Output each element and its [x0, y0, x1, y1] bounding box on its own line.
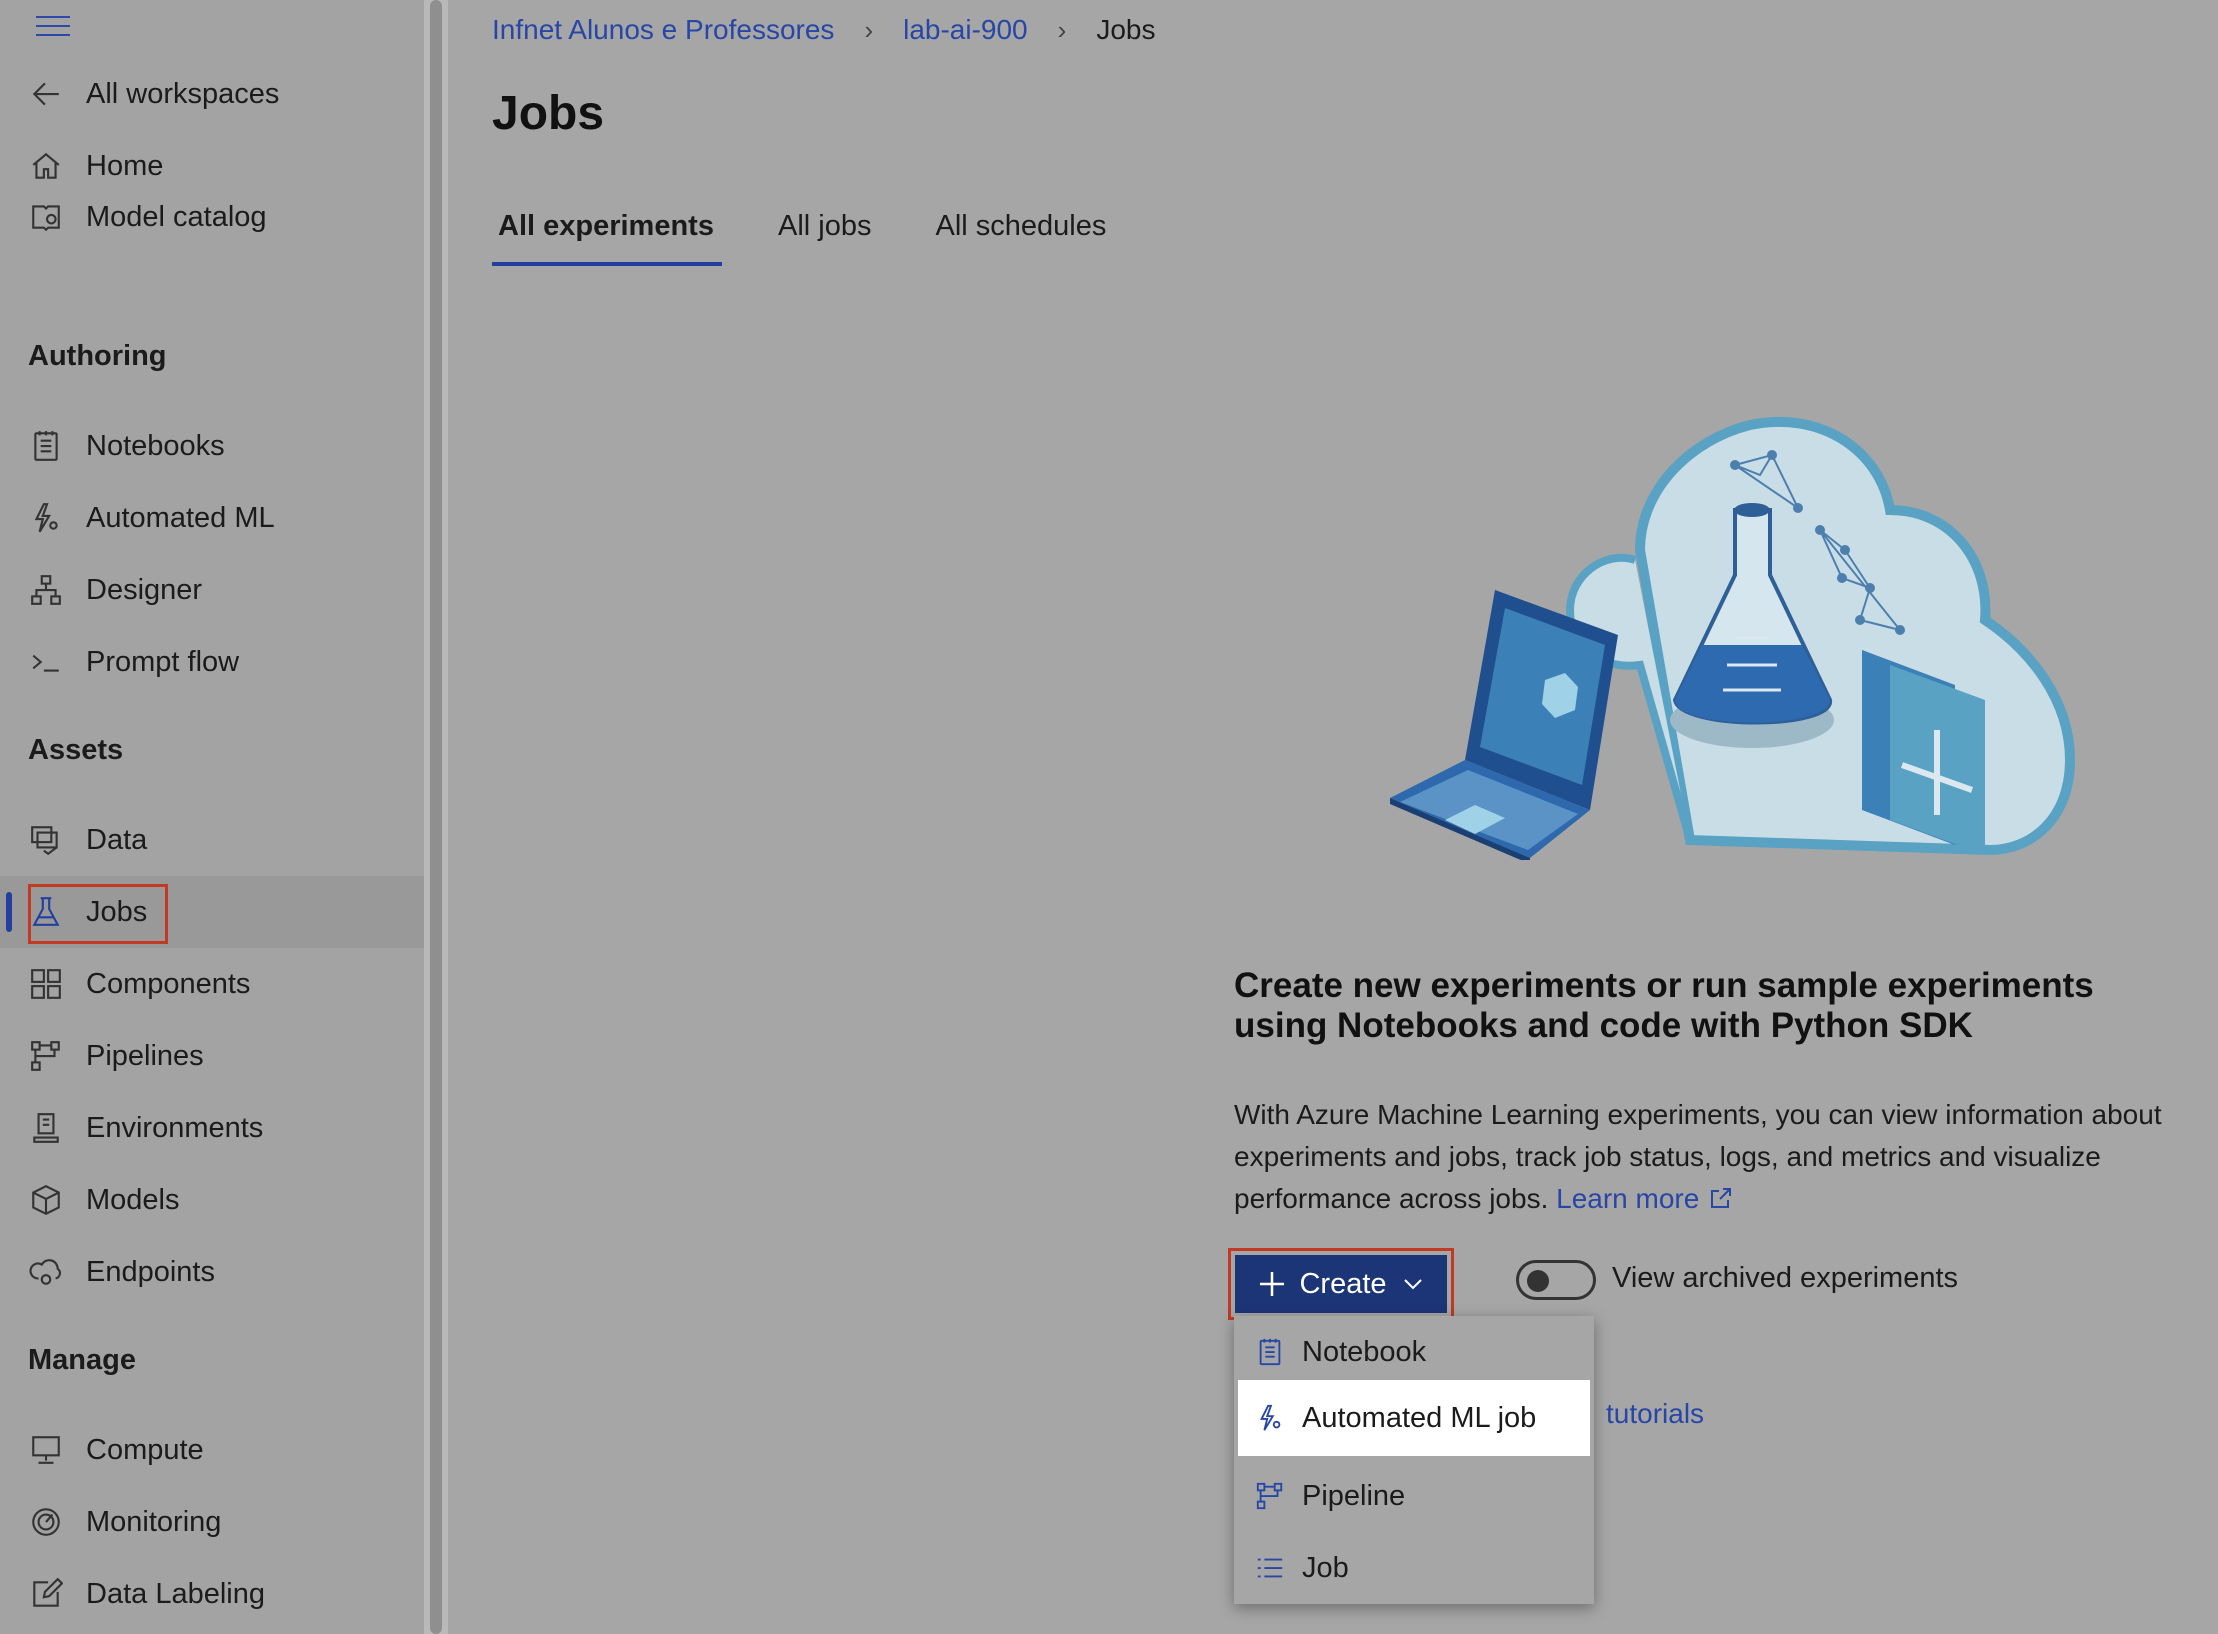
sidebar-item-data[interactable]: Data: [0, 804, 424, 876]
page-title: Jobs: [492, 87, 605, 140]
environment-icon: [28, 1110, 64, 1146]
archived-toggle[interactable]: [1516, 1260, 1596, 1300]
create-dropdown-menu: Notebook Automated ML job Pipeline Job: [1234, 1316, 1594, 1604]
sidebar-item-models[interactable]: Models: [0, 1164, 424, 1236]
section-heading-manage: Manage: [28, 1344, 136, 1376]
sidebar-item-label: Home: [86, 149, 164, 182]
breadcrumb-workspace[interactable]: lab-ai-900: [903, 14, 1028, 46]
sidebar-item-label: Components: [86, 967, 251, 1000]
sidebar-item-prompt-flow[interactable]: Prompt flow: [0, 626, 424, 698]
edit-icon: [28, 1576, 64, 1612]
experiments-illustration: [1390, 416, 2076, 860]
arrow-left-icon: [28, 76, 64, 112]
jobs-highlight-box: [28, 884, 168, 944]
sidebar-item-label: Models: [86, 1183, 180, 1216]
tab-all-jobs[interactable]: All jobs: [774, 204, 876, 270]
create-highlight-box: Create: [1228, 1248, 1454, 1320]
menu-item-label: Notebook: [1302, 1335, 1427, 1368]
model-catalog-icon: [28, 199, 64, 235]
toggle-knob: [1527, 1270, 1549, 1292]
sidebar-item-label: Monitoring: [86, 1505, 222, 1538]
external-link-icon: [1711, 1188, 1732, 1208]
automated-ml-icon: [28, 500, 64, 536]
endpoint-icon: [28, 1254, 64, 1290]
monitor-icon: [28, 1432, 64, 1468]
sidebar-item-endpoints[interactable]: Endpoints: [0, 1236, 424, 1308]
sidebar-item-label: Automated ML: [86, 501, 275, 534]
sidebar-item-compute[interactable]: Compute: [0, 1414, 424, 1486]
menu-item-label: Job: [1302, 1551, 1349, 1584]
sidebar-item-label: Data Labeling: [86, 1577, 265, 1610]
pipeline-icon: [28, 1038, 64, 1074]
home-icon: [28, 148, 64, 184]
sidebar-item-label: Pipelines: [86, 1039, 204, 1072]
sidebar-item-label: Prompt flow: [86, 645, 240, 678]
create-button[interactable]: Create: [1235, 1255, 1447, 1313]
sidebar-item-label: Designer: [86, 573, 203, 606]
back-label: All workspaces: [86, 77, 280, 110]
tab-bar: All experiments All jobs All schedules: [492, 204, 1166, 270]
sidebar-item-designer[interactable]: Designer: [0, 554, 424, 626]
notebook-icon: [1254, 1336, 1286, 1368]
automated-ml-icon: [1254, 1402, 1286, 1434]
prompt-flow-icon: [28, 644, 64, 680]
chevron-right-icon: ›: [864, 14, 874, 45]
archived-toggle-label: View archived experiments: [1612, 1262, 1959, 1294]
empty-state-description: With Azure Machine Learning experiments,…: [1234, 1094, 2194, 1220]
sidebar-item-label: Notebooks: [86, 429, 225, 462]
sidebar-item-components[interactable]: Components: [0, 948, 424, 1020]
empty-state-title: Create new experiments or run sample exp…: [1234, 966, 2094, 1045]
learn-more-label: Learn more: [1556, 1183, 1700, 1214]
sidebar-item-monitoring[interactable]: Monitoring: [0, 1486, 424, 1558]
data-icon: [28, 822, 64, 858]
cube-icon: [28, 1182, 64, 1218]
menu-item-notebook[interactable]: Notebook: [1238, 1316, 1590, 1388]
sidebar-item-environments[interactable]: Environments: [0, 1092, 424, 1164]
section-heading-authoring: Authoring: [28, 340, 167, 372]
sidebar-item-notebooks[interactable]: Notebooks: [0, 410, 424, 482]
breadcrumb-current: Jobs: [1096, 14, 1156, 45]
sidebar-item-label: Compute: [86, 1433, 204, 1466]
back-all-workspaces[interactable]: All workspaces: [0, 58, 424, 130]
sidebar-scrollbar[interactable]: [424, 0, 448, 1634]
menu-item-label: Pipeline: [1302, 1479, 1406, 1512]
designer-icon: [28, 572, 64, 608]
tab-all-experiments[interactable]: All experiments: [492, 204, 722, 270]
sidebar-item-automated-ml[interactable]: Automated ML: [0, 482, 424, 554]
sidebar-item-label: Environments: [86, 1111, 264, 1144]
learn-more-link[interactable]: Learn more: [1556, 1183, 1733, 1214]
sidebar-item-data-labeling[interactable]: Data Labeling: [0, 1558, 424, 1630]
menu-item-label: Automated ML job: [1302, 1401, 1537, 1434]
plus-icon: [1260, 1272, 1285, 1296]
sidebar-item-label: Data: [86, 823, 148, 856]
tutorials-link[interactable]: tutorials: [1606, 1398, 1704, 1430]
chevron-right-icon: ›: [1057, 14, 1067, 45]
sidebar-item-label: Model catalog: [86, 200, 267, 233]
notebook-icon: [28, 428, 64, 464]
scrollbar-thumb[interactable]: [430, 0, 442, 1634]
pipeline-icon: [1254, 1480, 1286, 1512]
breadcrumb: Infnet Alunos e Professores › lab-ai-900…: [492, 10, 1155, 50]
breadcrumb-workspace-group[interactable]: Infnet Alunos e Professores: [492, 14, 834, 46]
sidebar-item-label: Endpoints: [86, 1255, 215, 1288]
menu-item-pipeline[interactable]: Pipeline: [1238, 1460, 1590, 1532]
create-button-label: Create: [1299, 1267, 1387, 1300]
gauge-icon: [28, 1504, 64, 1540]
menu-item-job[interactable]: Job: [1238, 1532, 1590, 1604]
tab-all-schedules[interactable]: All schedules: [931, 204, 1110, 270]
chevron-down-icon: [1403, 1279, 1422, 1290]
sidebar-item-model-catalog[interactable]: Model catalog: [0, 181, 424, 253]
list-icon: [1254, 1552, 1286, 1584]
sidebar-item-pipelines[interactable]: Pipelines: [0, 1020, 424, 1092]
section-heading-assets: Assets: [28, 734, 124, 766]
hamburger-menu-icon[interactable]: [36, 16, 70, 40]
components-icon: [28, 966, 64, 1002]
menu-item-automated-ml-job[interactable]: Automated ML job: [1238, 1380, 1590, 1456]
sidebar: All workspaces Home Model catalog Author…: [0, 0, 424, 1634]
